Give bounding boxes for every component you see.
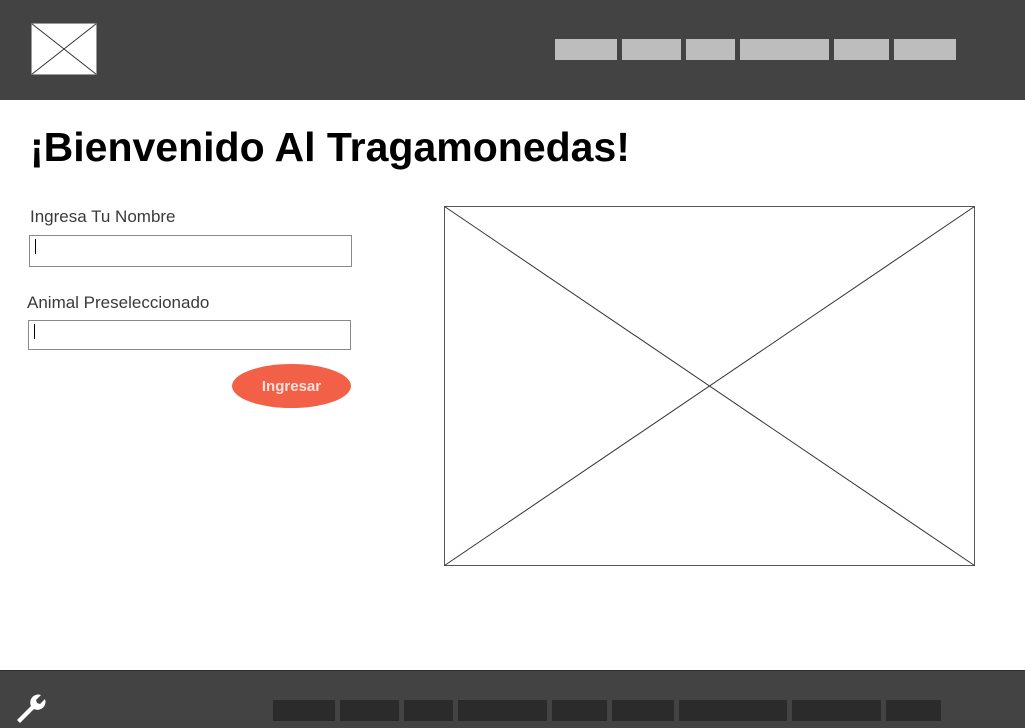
footer-link-9[interactable] [886, 700, 941, 721]
wrench-icon[interactable] [14, 692, 48, 726]
footer-link-8[interactable] [792, 700, 881, 721]
name-field-label: Ingresa Tu Nombre [30, 207, 176, 226]
page-title: ¡Bienvenido Al Tragamonedas! [30, 124, 630, 170]
logo-image-placeholder-icon[interactable] [31, 23, 97, 75]
footer-link-2[interactable] [340, 700, 399, 721]
name-input[interactable] [29, 235, 352, 267]
footer-link-3[interactable] [404, 700, 453, 721]
nav-item-6[interactable] [894, 39, 956, 60]
name-input-caret [35, 239, 36, 254]
animal-field-label: Animal Preseleccionado [27, 293, 210, 312]
ingresar-button[interactable]: Ingresar [232, 364, 351, 408]
footer-link-1[interactable] [273, 700, 335, 721]
animal-input-caret [34, 324, 35, 339]
footer-link-6[interactable] [612, 700, 674, 721]
footer-link-4[interactable] [458, 700, 547, 721]
slot-image-placeholder-icon [444, 206, 975, 566]
nav-item-4[interactable] [740, 39, 829, 60]
header-bar [0, 0, 1025, 100]
footer-bar [0, 670, 1025, 728]
footer-link-7[interactable] [679, 700, 787, 721]
footer-link-5[interactable] [552, 700, 607, 721]
nav-item-1[interactable] [555, 39, 617, 60]
nav-item-5[interactable] [834, 39, 889, 60]
animal-input[interactable] [28, 320, 351, 350]
nav-item-3[interactable] [686, 39, 735, 60]
nav-item-2[interactable] [622, 39, 681, 60]
